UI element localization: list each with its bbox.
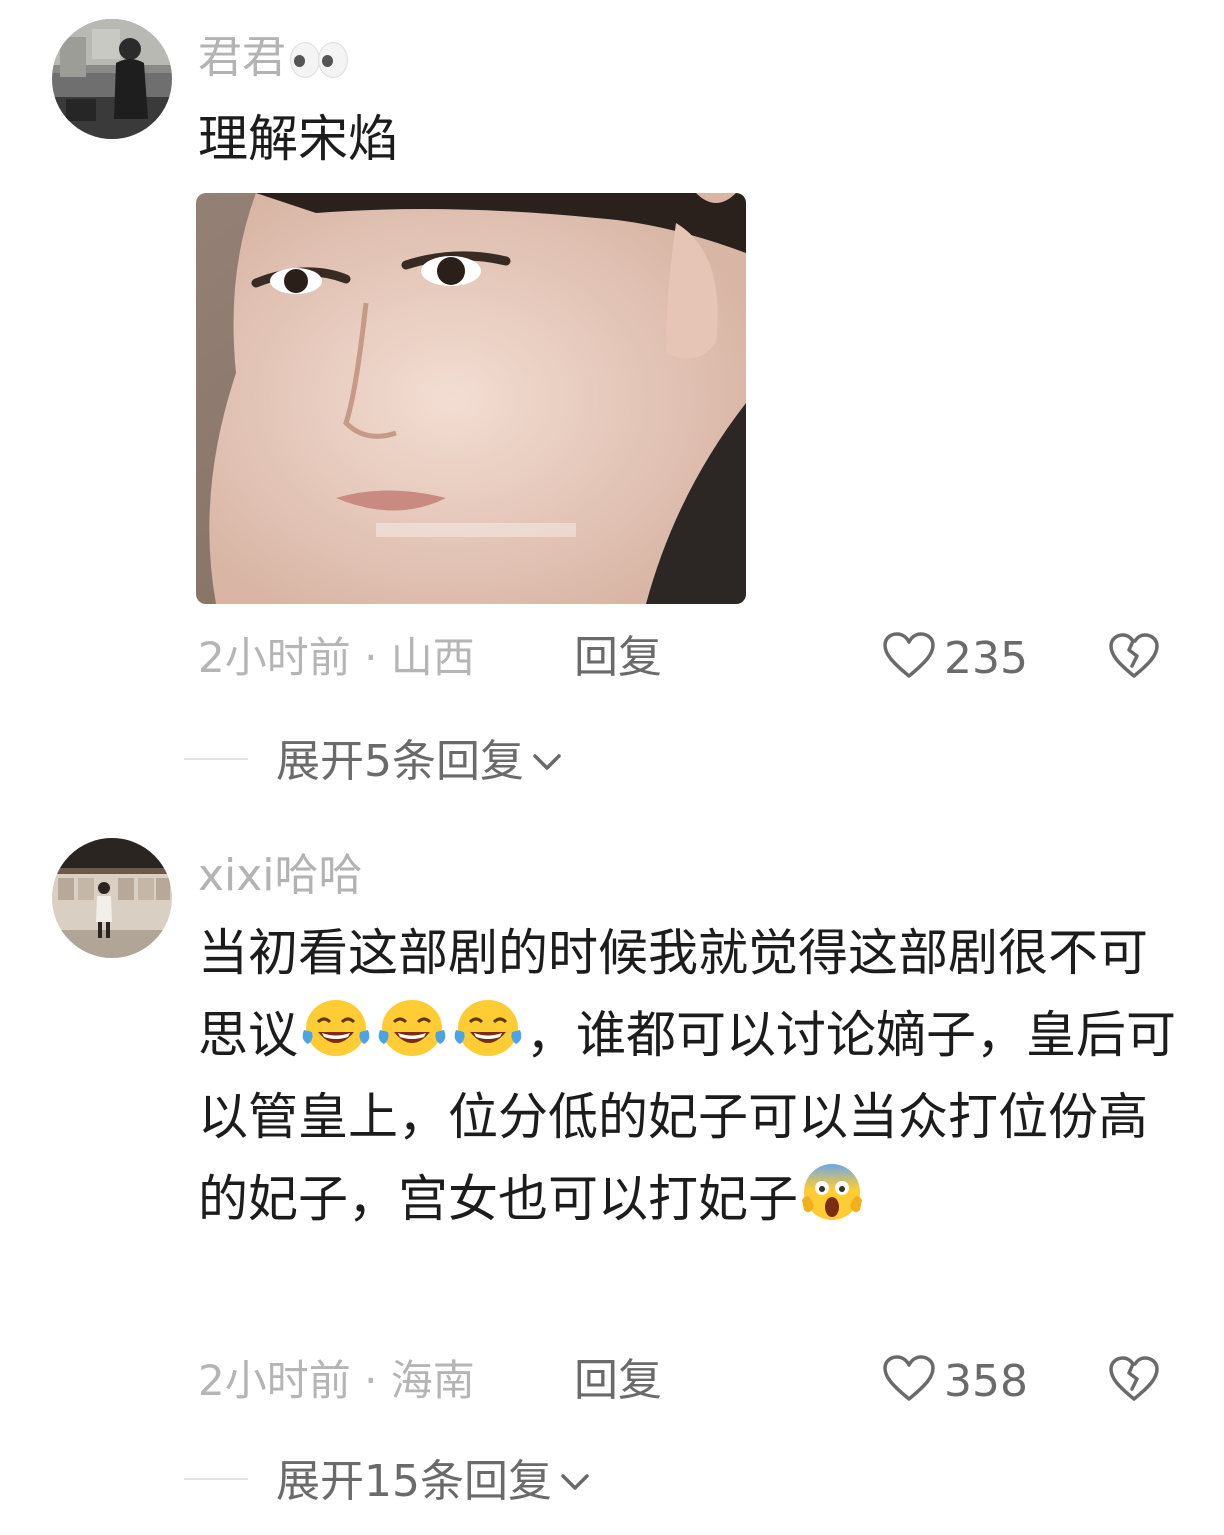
tears-of-joy-emoji xyxy=(450,996,526,1060)
chevron-down-icon xyxy=(532,730,562,786)
broken-heart-icon xyxy=(1108,632,1160,684)
expand-label: 展开15条回复 xyxy=(276,1456,552,1507)
reply-button[interactable]: 回复 xyxy=(574,630,662,686)
like-count: 235 xyxy=(944,632,1028,684)
comment-meta: 2小时前 · 山西 xyxy=(198,633,475,682)
username-text: 君君 xyxy=(198,32,286,83)
comment-image[interactable] xyxy=(196,193,746,604)
comment-item: 君君 理解宋焰 2小时前 · 山西 回复 235 展开5条回复 xyxy=(0,0,1224,800)
comment-text: 理解宋焰 xyxy=(198,110,398,168)
screaming-face-emoji xyxy=(798,1160,866,1224)
expand-replies-button[interactable]: 展开5条回复 xyxy=(276,730,562,790)
comment-text: 当初看这部剧的时候我就觉得这部剧很不可思议 ，谁都可以讨论嫡子，皇后可以管皇上，位… xyxy=(198,912,1188,1240)
broken-heart-icon xyxy=(1108,1355,1160,1407)
reply-button[interactable]: 回复 xyxy=(574,1353,662,1409)
tears-of-joy-emoji xyxy=(374,996,450,1060)
expand-divider xyxy=(184,1478,248,1480)
comment-meta: 2小时前 · 海南 xyxy=(198,1356,475,1405)
dislike-button[interactable] xyxy=(1108,630,1160,686)
like-button[interactable]: 358 xyxy=(882,1353,1028,1409)
username[interactable]: 君君 xyxy=(198,30,350,86)
expand-divider xyxy=(184,758,248,760)
dislike-button[interactable] xyxy=(1108,1353,1160,1409)
tears-of-joy-emoji xyxy=(298,996,374,1060)
comment-item: xixi哈哈 当初看这部剧的时候我就觉得这部剧很不可思议 ，谁都可以讨论嫡子，皇后… xyxy=(0,820,1224,1535)
avatar[interactable] xyxy=(52,838,172,958)
chevron-down-icon xyxy=(560,1450,590,1506)
heart-outline-icon xyxy=(882,632,936,684)
avatar[interactable] xyxy=(52,19,172,139)
like-count: 358 xyxy=(944,1355,1028,1407)
username[interactable]: xixi哈哈 xyxy=(198,848,363,904)
expand-label: 展开5条回复 xyxy=(276,736,524,787)
like-button[interactable]: 235 xyxy=(882,630,1028,686)
eyes-emoji xyxy=(288,38,350,78)
expand-replies-button[interactable]: 展开15条回复 xyxy=(276,1450,590,1510)
heart-outline-icon xyxy=(882,1355,936,1407)
